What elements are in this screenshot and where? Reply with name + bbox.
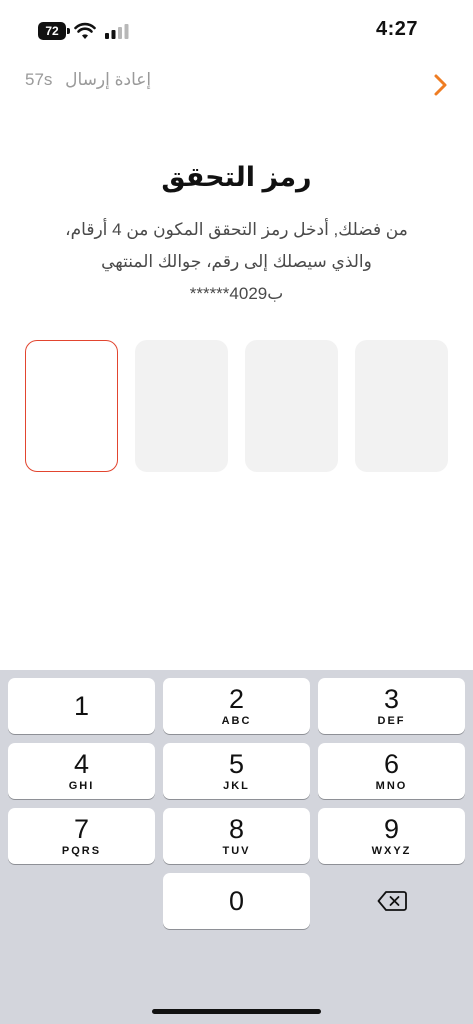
- otp-digit-2[interactable]: [135, 340, 228, 472]
- description-line-1: من فضلك, أدخل رمز التحقق المكون من 4 أرق…: [65, 220, 408, 239]
- battery-icon: 72: [38, 22, 70, 40]
- battery-level: 72: [45, 24, 59, 38]
- chevron-right-icon[interactable]: [429, 72, 451, 98]
- key-0[interactable]: 0: [163, 873, 310, 929]
- status-time: 4:27: [375, 18, 418, 40]
- key-2[interactable]: 2 ABC: [163, 678, 310, 734]
- key-1[interactable]: 1: [8, 678, 155, 734]
- key-5[interactable]: 5 JKL: [163, 743, 310, 799]
- verification-description: من فضلك, أدخل رمز التحقق المكون من 4 أرق…: [30, 214, 443, 310]
- key-7[interactable]: 7 PQRS: [8, 808, 155, 864]
- key-6[interactable]: 6 MNO: [318, 743, 465, 799]
- otp-digit-1[interactable]: [25, 340, 118, 472]
- otp-digit-3[interactable]: [245, 340, 338, 472]
- key-8[interactable]: 8 TUV: [163, 808, 310, 864]
- otp-input-group: [25, 340, 448, 472]
- description-line-2: والذي سيصلك إلى رقم، جوالك المنتهي: [101, 252, 372, 271]
- key-4[interactable]: 4 GHI: [8, 743, 155, 799]
- delete-key[interactable]: [318, 873, 465, 929]
- key-9[interactable]: 9 WXYZ: [318, 808, 465, 864]
- description-line-3: ب4029******: [189, 284, 284, 303]
- resend-label: إعادة إرسال: [65, 70, 152, 89]
- numeric-keypad: 1 2 ABC 3 DEF 4 GHI 5 JKL 6 MNO 7 PQRS 8…: [0, 670, 473, 1024]
- verification-screen: 72 4:27 57s إعادة إرسال رمز التحقق من فض…: [0, 0, 473, 1024]
- backspace-icon: [377, 891, 407, 911]
- wifi-icon: [74, 22, 96, 39]
- resend-code-link[interactable]: 57s إعادة إرسال: [25, 70, 151, 90]
- resend-timer: 57s: [25, 70, 53, 89]
- key-3[interactable]: 3 DEF: [318, 678, 465, 734]
- page-title: رمز التحقق: [161, 162, 312, 192]
- home-indicator[interactable]: [152, 1009, 321, 1014]
- otp-digit-4[interactable]: [355, 340, 448, 472]
- status-bar: 72 4:27: [0, 0, 473, 60]
- cellular-signal-icon: [105, 24, 129, 39]
